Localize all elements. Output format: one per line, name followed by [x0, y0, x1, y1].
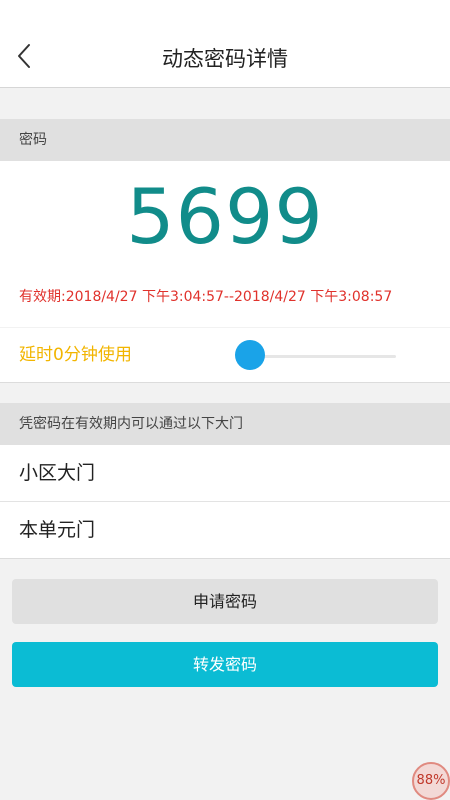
forward-code-button[interactable]: 转发密码: [12, 642, 438, 687]
code-section-header: 密码: [0, 119, 450, 161]
dynamic-code: 5699: [126, 172, 324, 261]
gates-section-header: 凭密码在有效期内可以通过以下大门: [0, 403, 450, 445]
zoom-level-badge: 88%: [412, 762, 450, 800]
delay-slider[interactable]: [235, 340, 396, 370]
page-title: 动态密码详情: [162, 47, 288, 71]
app-header: 动态密码详情: [0, 0, 450, 88]
delay-row: 延时0分钟使用: [0, 328, 450, 383]
delay-label: 延时0分钟使用: [19, 345, 132, 365]
apply-code-button[interactable]: 申请密码: [12, 579, 438, 624]
slider-track[interactable]: [250, 355, 396, 358]
code-panel: 5699 有效期:2018/4/27 下午3:04:57--2018/4/27 …: [0, 161, 450, 327]
gate-item-community-gate[interactable]: 小区大门: [0, 445, 450, 502]
gate-item-unit-door[interactable]: 本单元门: [0, 502, 450, 559]
slider-thumb[interactable]: [235, 340, 265, 370]
validity-period: 有效期:2018/4/27 下午3:04:57--2018/4/27 下午3:0…: [19, 289, 393, 305]
